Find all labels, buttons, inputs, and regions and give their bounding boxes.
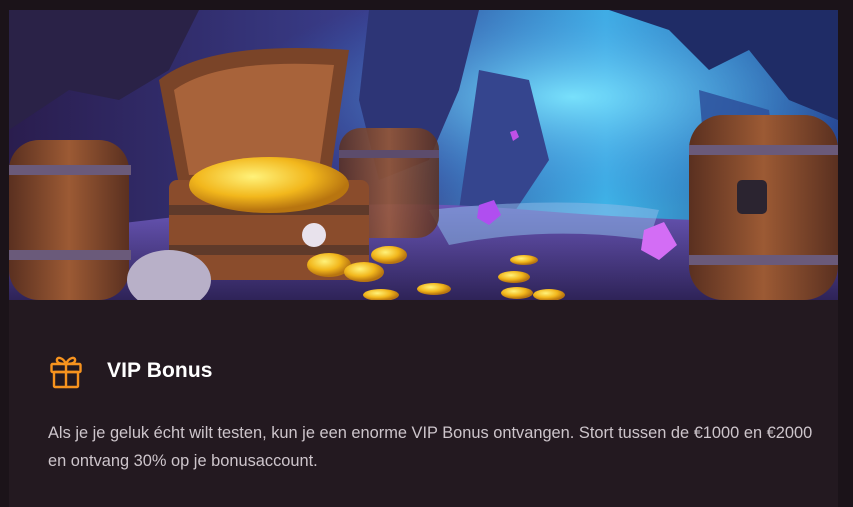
bonus-header: VIP Bonus <box>49 351 213 391</box>
bonus-description: Als je je geluk écht wilt testen, kun je… <box>48 424 813 470</box>
gift-icon <box>49 353 83 389</box>
treasure-cave-banner <box>9 10 838 300</box>
vip-bonus-card: VIP Bonus Als je je geluk écht wilt test… <box>9 10 838 507</box>
bonus-content: VIP Bonus Als je je geluk écht wilt test… <box>9 300 838 507</box>
bonus-title: VIP Bonus <box>107 359 213 382</box>
